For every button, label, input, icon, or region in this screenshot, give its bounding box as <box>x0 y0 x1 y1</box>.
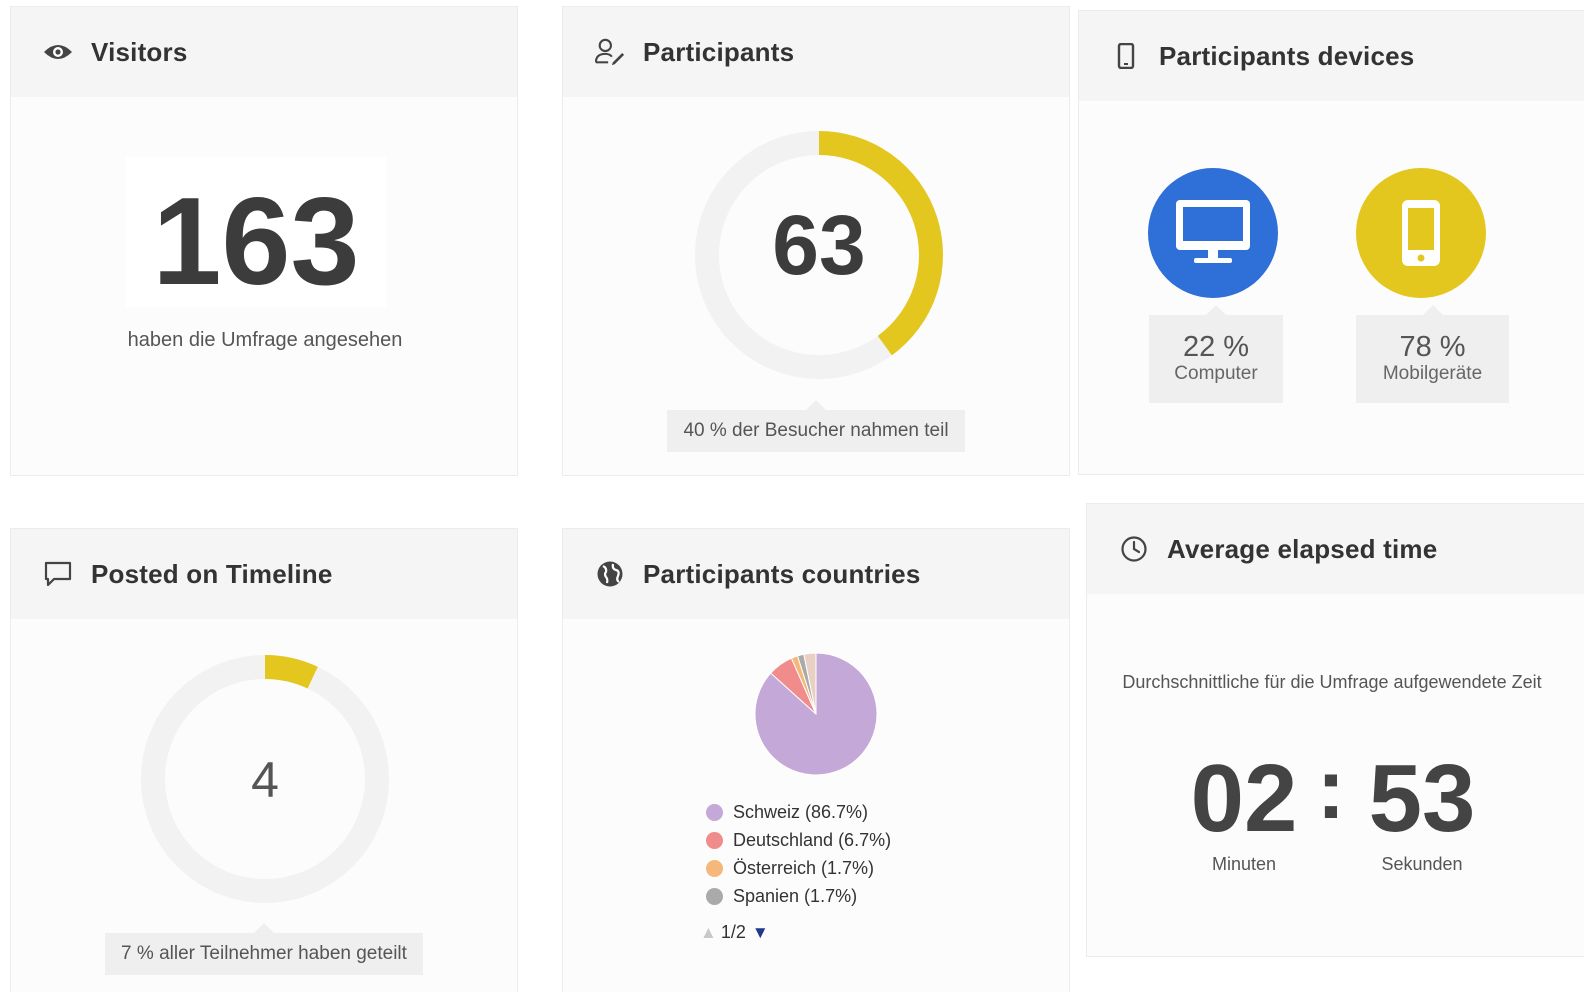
participants-count: 63 <box>772 198 866 292</box>
legend-item[interactable]: Deutschland (6.7%) <box>706 830 891 851</box>
timeline-card-header: Posted on Timeline <box>11 529 517 619</box>
legend-item[interactable]: Spanien (1.7%) <box>706 886 857 907</box>
devices-card-header: Participants devices <box>1079 11 1584 101</box>
globe-icon <box>595 559 625 589</box>
legend-item[interactable]: Österreich (1.7%) <box>706 858 874 879</box>
user-edit-icon <box>595 37 625 67</box>
pager-prev-icon[interactable]: ▲ <box>700 923 717 943</box>
devices-card: Participants devices 22 % Computer 78 % … <box>1078 10 1584 475</box>
visitors-card-header: Visitors <box>11 7 517 97</box>
visitors-caption: haben die Umfrage angesehen <box>127 329 403 351</box>
legend-label: Spanien (1.7%) <box>733 886 858 906</box>
desktop-monitor-icon <box>1176 200 1250 263</box>
elapsed-card-header: Average elapsed time <box>1087 504 1584 594</box>
legend-pager: ▲ 1/2 ▼ <box>700 922 769 943</box>
device-computer-percent: 22 % <box>1182 331 1250 363</box>
legend-swatch <box>706 888 723 905</box>
legend-label: Deutschland (6.7%) <box>733 830 892 850</box>
timeline-title: Posted on Timeline <box>91 558 333 589</box>
device-computer-stat: 22 % Computer <box>1149 305 1283 403</box>
timeline-gauge-arc <box>264 655 318 689</box>
device-computer-circle <box>1148 168 1278 298</box>
participants-tooltip: 40 % der Besucher nahmen teil <box>667 400 965 452</box>
elapsed-seconds: 53 <box>1368 745 1476 852</box>
device-computer-label: Computer <box>1174 363 1258 384</box>
visitors-title: Visitors <box>91 36 188 67</box>
countries-card-header: Participants countries <box>563 529 1069 619</box>
participants-card-header: Participants <box>563 7 1069 97</box>
comment-icon <box>43 559 73 589</box>
visitors-card: Visitors 163 haben die Umfrage angesehen <box>10 6 518 476</box>
elapsed-minutes-label: Minuten <box>1211 854 1277 874</box>
device-mobile-circle <box>1356 168 1486 298</box>
smartphone-icon <box>1402 200 1440 266</box>
devices-title: Participants devices <box>1159 40 1415 71</box>
timeline-tooltip: 7 % aller Teilnehmer haben geteilt <box>105 923 423 975</box>
countries-pie-chart <box>754 652 878 776</box>
countries-title: Participants countries <box>643 558 921 589</box>
pager-text: 1/2 <box>720 922 746 942</box>
device-mobile-percent: 78 % <box>1399 331 1466 363</box>
mobile-phone-icon <box>1111 41 1141 71</box>
legend-item[interactable]: Schweiz (86.7%) <box>706 802 868 823</box>
visitors-count: 163 <box>126 157 386 311</box>
elapsed-title: Average elapsed time <box>1167 533 1438 564</box>
participants-title: Participants <box>643 36 795 67</box>
elapsed-description: Durchschnittliche für die Umfrage aufgew… <box>1122 672 1542 692</box>
participants-card: Participants 63 40 % der Besucher nahmen… <box>562 6 1070 476</box>
legend-swatch <box>706 860 723 877</box>
elapsed-minutes: 02 <box>1190 745 1298 852</box>
legend-label: Österreich (1.7%) <box>733 858 875 878</box>
eye-icon <box>43 37 73 67</box>
timeline-count: 4 <box>251 752 279 808</box>
clock-icon <box>1119 534 1149 564</box>
elapsed-seconds-label: Sekunden <box>1381 854 1463 874</box>
device-mobile-label: Mobilgeräte <box>1382 363 1483 384</box>
elapsed-separator: : <box>1316 741 1346 837</box>
device-mobile-stat: 78 % Mobilgeräte <box>1356 305 1509 403</box>
timeline-card: Posted on Timeline 4 7 % aller Teilnehme… <box>10 528 518 992</box>
legend-swatch <box>706 832 723 849</box>
pager-next-icon[interactable]: ▼ <box>752 923 769 943</box>
legend-label: Schweiz (86.7%) <box>733 802 869 822</box>
elapsed-card: Average elapsed time Durchschnittliche f… <box>1086 503 1584 957</box>
legend-swatch <box>706 804 723 821</box>
